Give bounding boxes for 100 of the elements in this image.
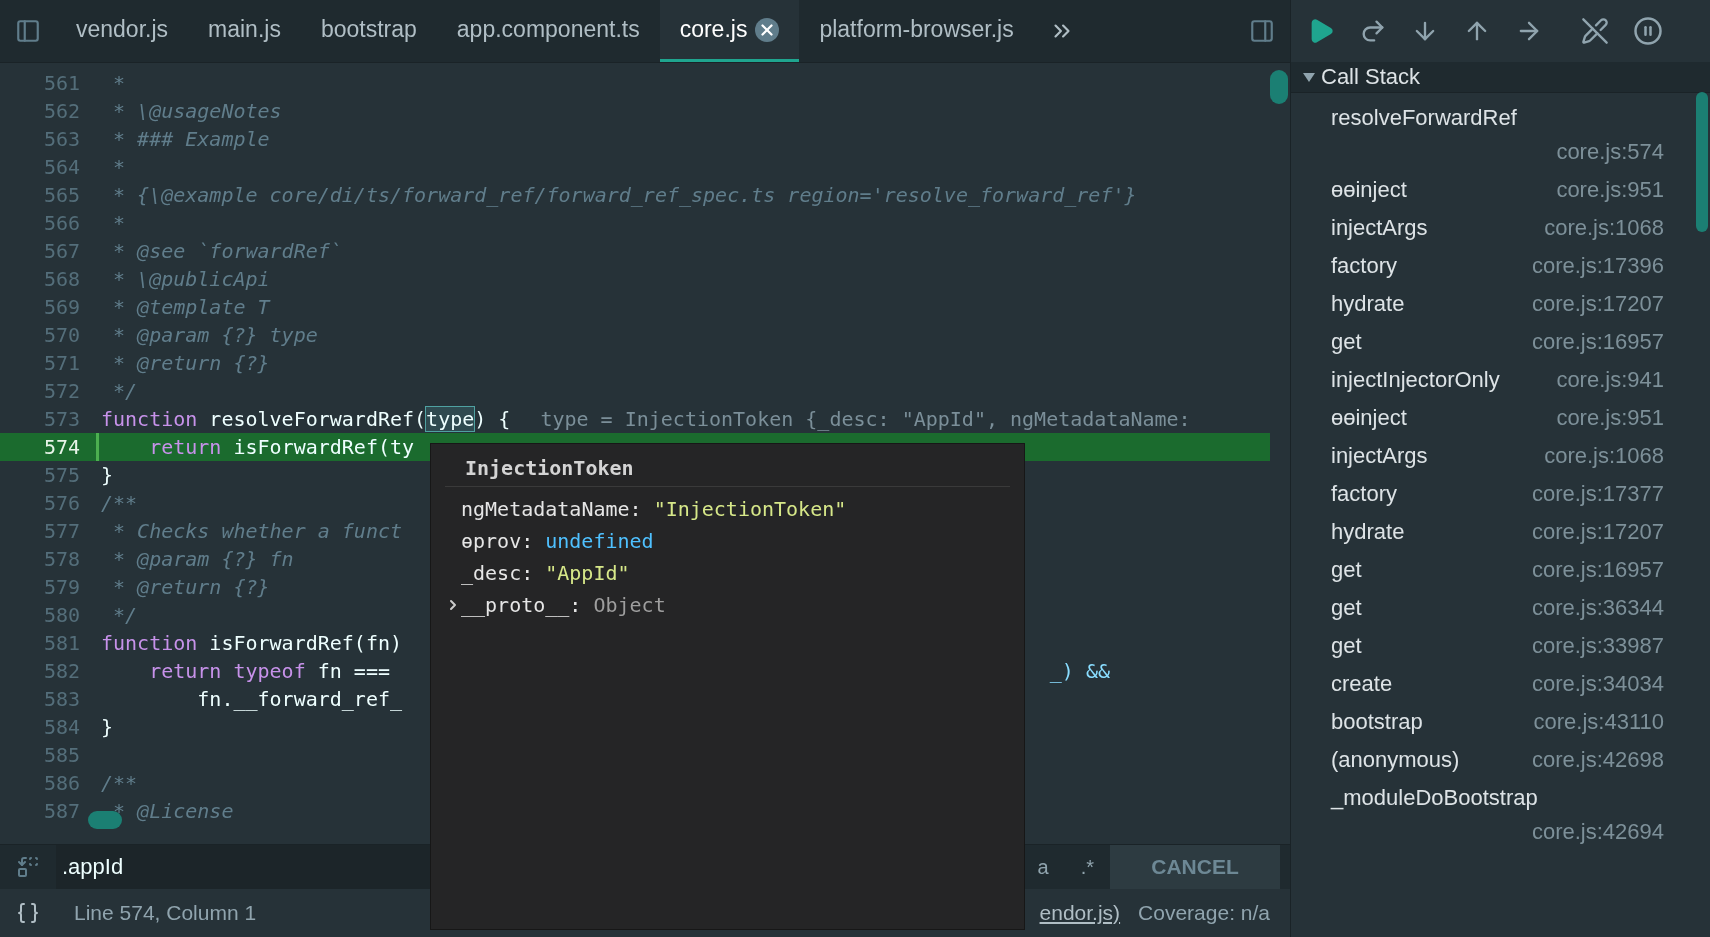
code-token: * Checks whether a funct: [112, 519, 403, 543]
code-token: return: [148, 435, 222, 459]
line-number: 576: [42, 491, 81, 515]
function-name: injectArgs: [1331, 443, 1428, 469]
stack-frame[interactable]: get core.js:16957: [1291, 323, 1710, 361]
function-name: injectInjectorOnly: [1331, 367, 1500, 393]
line-number: 565: [42, 183, 81, 207]
source-link[interactable]: endor.js): [1039, 901, 1121, 925]
property-name: ɵprov:: [461, 529, 534, 553]
property-name: ngMetadataName:: [461, 497, 642, 521]
line-number: 571: [42, 351, 81, 375]
stack-frame[interactable]: bootstrap core.js:43110: [1291, 703, 1710, 741]
frame-location: core.js:34034: [1531, 671, 1664, 697]
frame-location: core.js:17207: [1531, 291, 1664, 317]
code-token: resolveForwardRef(: [208, 407, 427, 431]
deactivate-breakpoints-icon[interactable]: [1581, 17, 1609, 45]
line-number: 561: [42, 71, 81, 95]
line-number: 564: [42, 155, 81, 179]
line-number: 578: [42, 547, 81, 571]
option-toggle[interactable]: a: [1021, 855, 1065, 879]
frame-location: core.js:951: [1556, 405, 1664, 431]
file-tab[interactable]: vendor.js: [56, 0, 189, 62]
file-tab[interactable]: platform-browser.js: [799, 0, 1034, 62]
frame-location: core.js:1068: [1544, 215, 1664, 241]
function-name: hydrate: [1331, 519, 1405, 545]
property-value: undefined: [545, 529, 654, 553]
function-name: factory: [1331, 481, 1398, 507]
cursor-position: Line 574, Column 1: [74, 901, 257, 925]
line-number: 575: [42, 463, 81, 487]
stack-frame[interactable]: ɵɵinject core.js:951: [1291, 399, 1710, 437]
frame-location: core.js:1068: [1544, 443, 1664, 469]
file-tab[interactable]: app.component.ts: [436, 0, 660, 62]
property-value: "AppId": [545, 561, 630, 585]
scrollbar-thumb[interactable]: [1270, 70, 1288, 104]
line-number: 563: [42, 127, 81, 151]
line-number: 574: [42, 435, 81, 459]
code-token: fn ===: [316, 659, 390, 683]
stack-frame[interactable]: _moduleDoBootstrap core.js:42694: [1291, 779, 1710, 851]
line-number: 569: [42, 295, 81, 319]
stack-frame[interactable]: injectArgs core.js:1068: [1291, 209, 1710, 247]
frame-location: core.js:941: [1556, 367, 1664, 393]
stack-frame[interactable]: factory core.js:17396: [1291, 247, 1710, 285]
file-tab[interactable]: core.js: [659, 0, 800, 62]
frame-location: core.js:17396: [1531, 253, 1664, 279]
stack-frame[interactable]: hydrate core.js:17207: [1291, 285, 1710, 323]
code-token: * @see `forwardRef`: [112, 239, 342, 263]
code-token: * @return {?}: [112, 575, 270, 599]
code-token: }: [101, 715, 114, 739]
scrollbar-thumb[interactable]: [1696, 92, 1708, 232]
pause-icon[interactable]: [1633, 16, 1663, 46]
line-number: 587: [42, 799, 81, 823]
code-token: * {\@example core/di/ts/forward_ref/forward_ref_spec.ts region='resolve_forward_ref'}: [112, 183, 1137, 207]
code-token: * ### Example: [112, 127, 270, 151]
line-number: 583: [42, 687, 81, 711]
property-value: "InjectionToken": [653, 497, 847, 521]
function-name: hydrate: [1331, 291, 1405, 317]
stack-frame[interactable]: injectInjectorOnly core.js:941: [1291, 361, 1710, 399]
stack-frame[interactable]: create core.js:34034: [1291, 665, 1710, 703]
line-number: 570: [42, 323, 81, 347]
stack-frame[interactable]: get core.js:33987: [1291, 627, 1710, 665]
code-token: *: [112, 155, 126, 179]
line-number: 582: [42, 659, 81, 683]
code-token: * @template T: [112, 295, 270, 319]
function-name: bootstrap: [1331, 709, 1423, 735]
code-token: /**: [101, 771, 138, 795]
scrollbar-thumb[interactable]: [88, 811, 122, 829]
code-token: * \@usageNotes: [112, 99, 282, 123]
function-name: injectArgs: [1331, 215, 1428, 241]
frame-location: core.js:16957: [1531, 557, 1664, 583]
close-icon[interactable]: [755, 17, 780, 42]
frame-location: core.js:33987: [1531, 633, 1664, 659]
triangle-icon[interactable]: [1303, 72, 1315, 82]
stack-frame[interactable]: factory core.js:17377: [1291, 475, 1710, 513]
line-number: 584: [42, 715, 81, 739]
code-token: * @param {?} fn: [112, 547, 294, 571]
line-number: 562: [42, 99, 81, 123]
function-name: (anonymous): [1331, 747, 1460, 773]
file-tab[interactable]: bootstrap: [300, 0, 437, 62]
frame-location: core.js:36344: [1531, 595, 1664, 621]
section-title: Call Stack: [1321, 64, 1421, 90]
frame-location: core.js:16957: [1531, 329, 1664, 355]
line-number: 567: [42, 239, 81, 263]
frame-location: core.js:17207: [1531, 519, 1664, 545]
call-stack-header[interactable]: Call Stack: [1291, 62, 1710, 93]
line-number: 568: [42, 267, 81, 291]
code-token: _) &&: [1049, 659, 1110, 683]
frame-location: core.js:42694: [1531, 819, 1664, 845]
line-number: 579: [42, 575, 81, 599]
function-name: _moduleDoBootstrap: [1331, 785, 1539, 811]
stack-frame[interactable]: get core.js:36344: [1291, 589, 1710, 627]
stack-frame[interactable]: injectArgs core.js:1068: [1291, 437, 1710, 475]
stack-frame[interactable]: (anonymous) core.js:42698: [1291, 741, 1710, 779]
code-token: *: [112, 211, 126, 235]
stack-frame[interactable]: ɵɵinject core.js:951: [1291, 171, 1710, 209]
stack-frame[interactable]: hydrate core.js:17207: [1291, 513, 1710, 551]
regex-toggle[interactable]: .*: [1064, 855, 1110, 879]
code-token: /**: [101, 491, 138, 515]
stack-frame[interactable]: get core.js:16957: [1291, 551, 1710, 589]
code-token: * @License: [112, 799, 234, 823]
file-tab[interactable]: main.js: [188, 0, 301, 62]
